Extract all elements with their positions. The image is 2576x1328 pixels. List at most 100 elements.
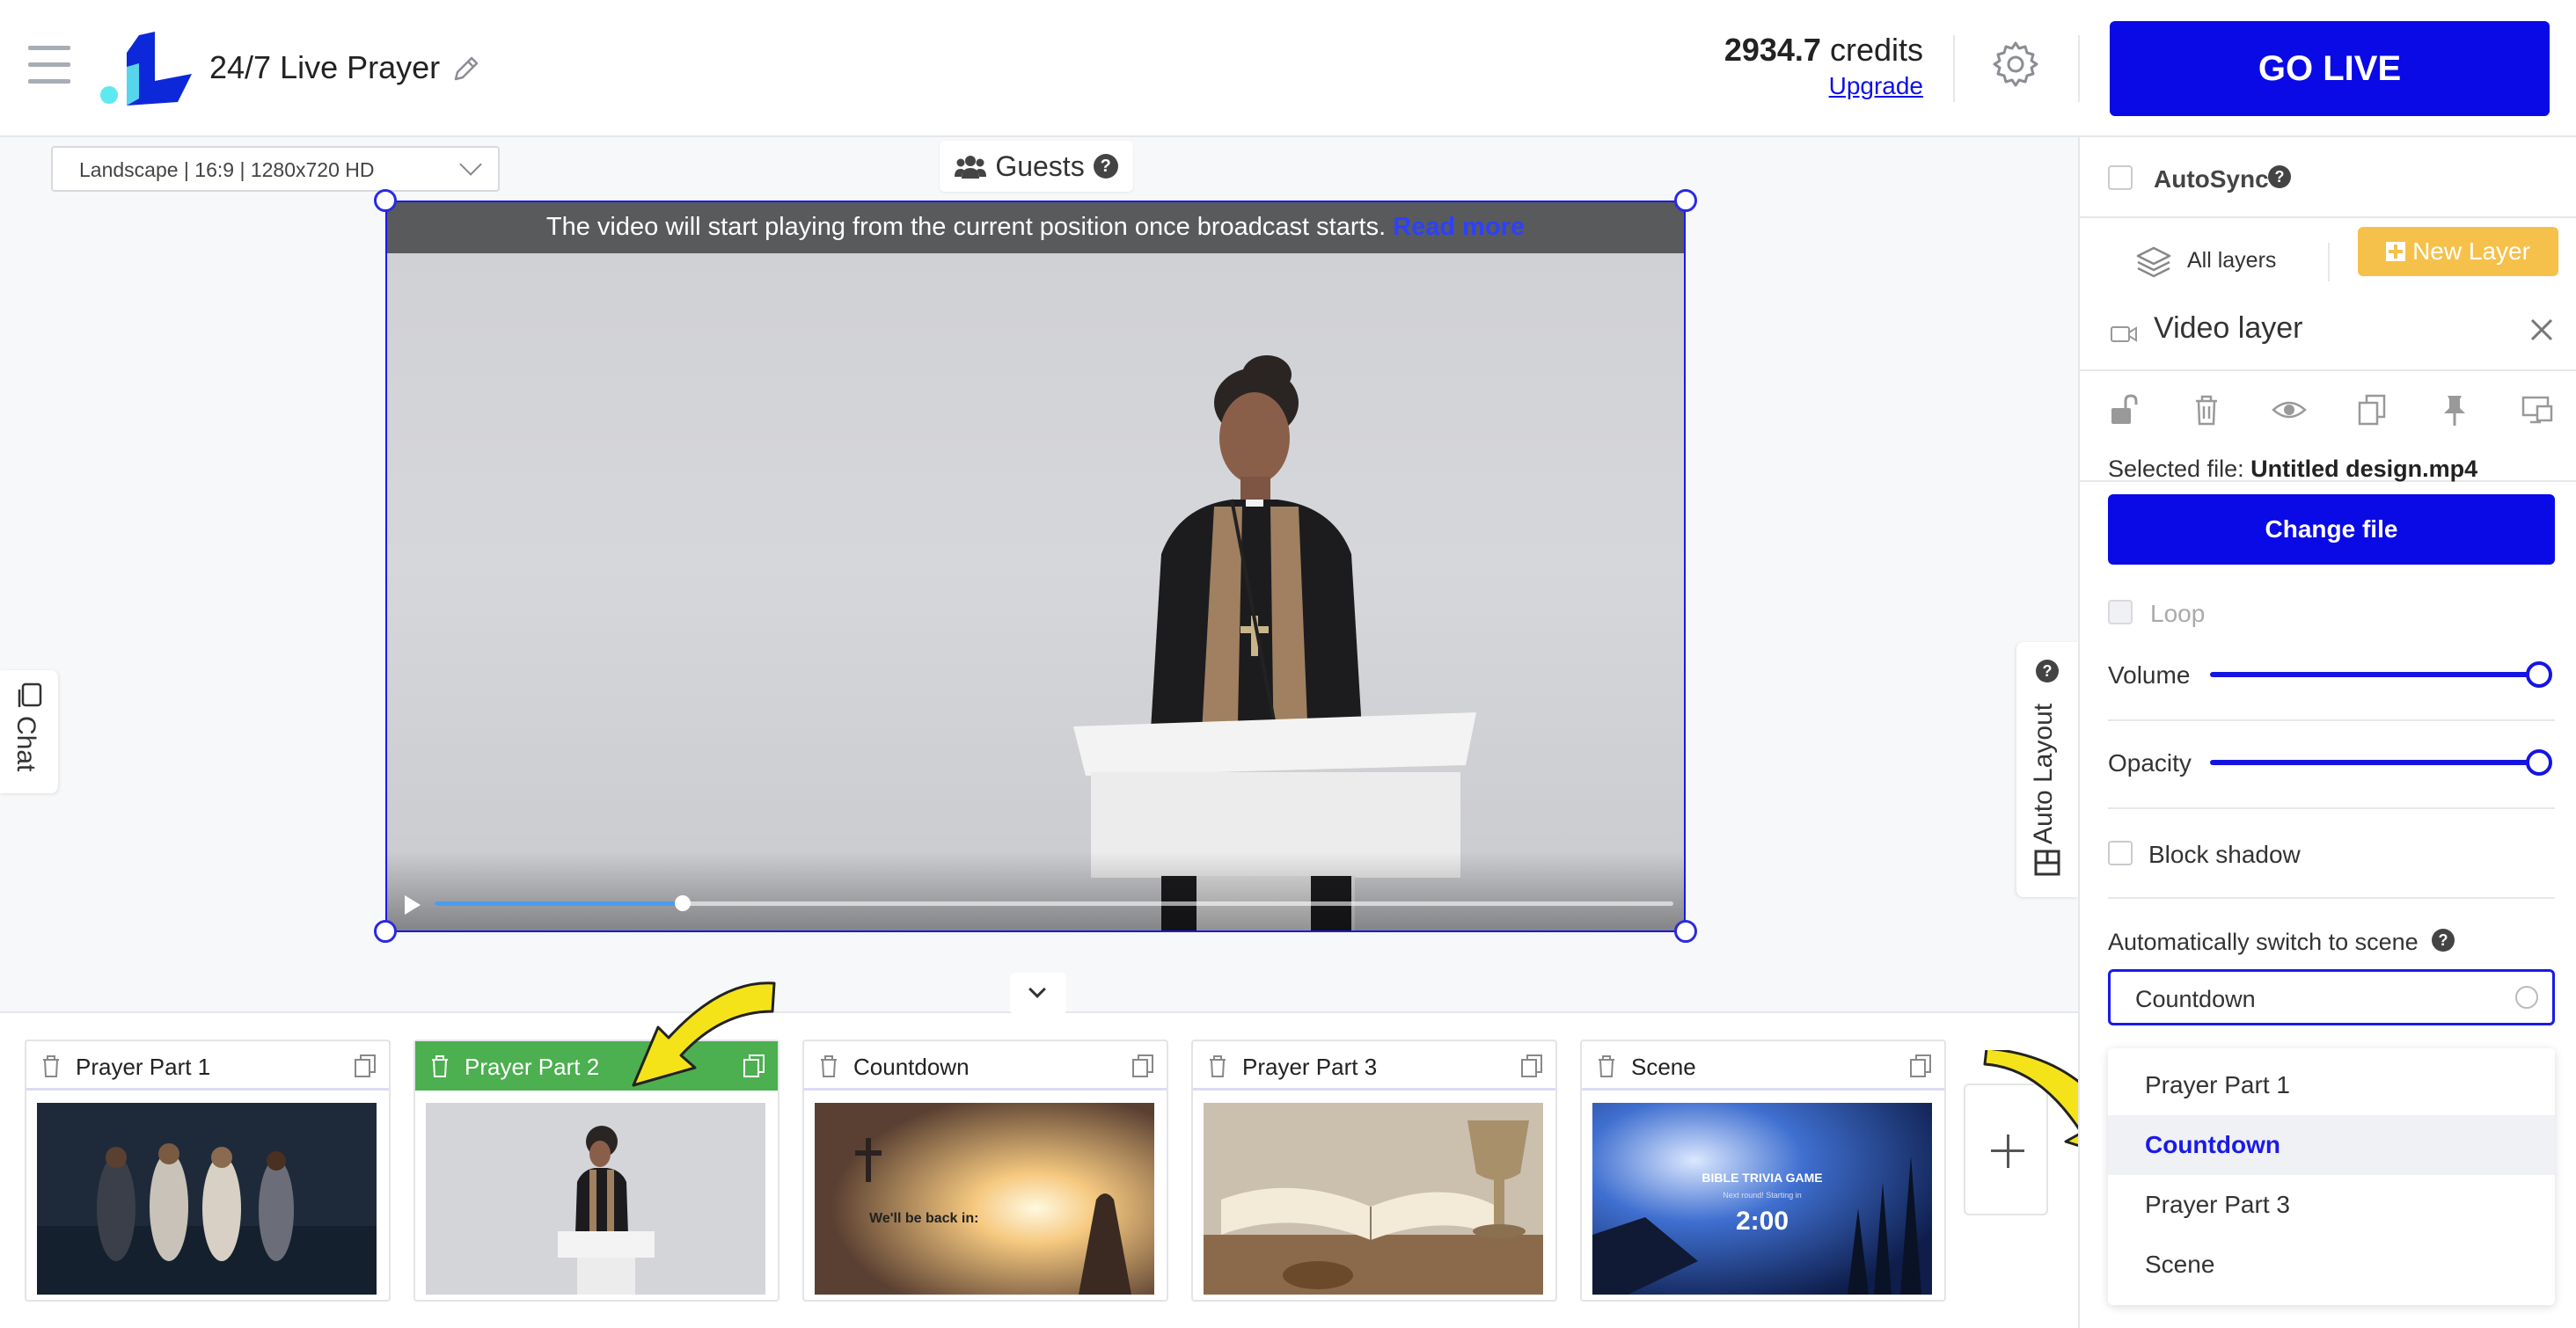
volume-label: Volume: [2108, 661, 2191, 689]
scene-name[interactable]: Prayer Part 1: [76, 1054, 210, 1081]
unlock-icon[interactable]: [2106, 392, 2141, 427]
chat-tab[interactable]: Chat: [0, 670, 58, 793]
collapse-scenes-button[interactable]: [1010, 973, 1066, 1015]
layers-icon: [2136, 246, 2171, 278]
gear-icon[interactable]: [1990, 39, 2041, 90]
go-live-button[interactable]: GO LIVE: [2110, 21, 2550, 116]
opacity-slider-handle[interactable]: [2526, 749, 2552, 776]
scene-name[interactable]: Prayer Part 2: [465, 1054, 599, 1081]
scene-thumb-title: BIBLE TRIVIA GAME: [1701, 1171, 1822, 1185]
scene-header: Prayer Part 1: [26, 1041, 389, 1091]
trash-icon[interactable]: [429, 1054, 450, 1078]
credits-display: 2934.7 credits: [1724, 32, 1923, 69]
video-layer-title: Video layer: [2154, 311, 2303, 345]
video-layer-section: Video layer: [2080, 294, 2576, 482]
scene-thumb-subtitle: Next round! Starting in: [1723, 1191, 1802, 1200]
auto-layout-label: Auto Layout: [2029, 703, 2058, 844]
divider: [2080, 369, 2576, 371]
scene-thumbnail: We'll be back in:: [815, 1103, 1154, 1295]
block-shadow-label: Block shadow: [2148, 841, 2301, 868]
read-more-link[interactable]: Read more: [1393, 213, 1525, 241]
change-file-button[interactable]: Change file: [2108, 494, 2555, 565]
scene-name[interactable]: Prayer Part 3: [1242, 1054, 1377, 1081]
scene-thumb-time: 2:00: [1736, 1207, 1789, 1236]
copy-icon[interactable]: [354, 1054, 377, 1078]
resize-handle[interactable]: [1674, 189, 1697, 212]
play-icon[interactable]: [405, 895, 421, 915]
scene-card[interactable]: Countdown We'll be back in:: [802, 1040, 1168, 1302]
resize-handle[interactable]: [374, 189, 397, 212]
loop-label: Loop: [2150, 600, 2206, 627]
seek-handle[interactable]: [674, 895, 691, 911]
trash-icon[interactable]: [40, 1054, 62, 1078]
eye-icon[interactable]: [2272, 392, 2307, 427]
copy-icon[interactable]: [1520, 1054, 1543, 1078]
trash-icon[interactable]: [1596, 1054, 1617, 1078]
clear-icon[interactable]: [2515, 986, 2538, 1009]
volume-slider-handle[interactable]: [2526, 661, 2552, 688]
copy-icon[interactable]: [1909, 1054, 1932, 1078]
chevron-down-icon: [459, 153, 482, 176]
scene-thumbnail: [1204, 1103, 1543, 1295]
trash-icon[interactable]: [2189, 392, 2224, 427]
resolution-select[interactable]: Landscape | 16:9 | 1280x720 HD: [51, 146, 500, 192]
layout-icon: [2034, 850, 2060, 876]
scene-thumbnail: BIBLE TRIVIA GAME Next round! Starting i…: [1592, 1103, 1932, 1295]
dropdown-option[interactable]: Countdown: [2108, 1115, 2555, 1175]
help-icon[interactable]: ?: [1093, 154, 1118, 179]
pin-icon[interactable]: [2437, 392, 2472, 427]
divider: [2108, 897, 2555, 899]
video-camera-icon: [2111, 326, 2137, 342]
pencil-edit-icon[interactable]: [450, 53, 482, 84]
copy-icon[interactable]: [1131, 1054, 1154, 1078]
block-shadow-checkbox[interactable]: [2108, 841, 2133, 865]
top-header: 24/7 Live Prayer 2934.7 credits Upgrade …: [0, 0, 2576, 137]
loop-checkbox[interactable]: [2108, 600, 2133, 624]
duplicate-icon[interactable]: [2354, 392, 2389, 427]
broadcast-stage[interactable]: The video will start playing from the cu…: [385, 201, 1686, 932]
all-layers-button[interactable]: All layers: [2187, 248, 2276, 274]
trash-icon[interactable]: [1207, 1054, 1228, 1078]
auto-switch-scene-select[interactable]: Countdown: [2108, 969, 2555, 1025]
hamburger-menu-icon[interactable]: [28, 46, 70, 86]
divider: [2328, 243, 2330, 281]
selected-file: Selected file: Untitled design.mp4: [2108, 456, 2477, 483]
dropdown-option[interactable]: Prayer Part 1: [2108, 1055, 2555, 1115]
guests-button[interactable]: Guests ?: [940, 141, 1133, 192]
layer-settings-panel: AutoSync ? All layers New Layer Video la…: [2078, 137, 2576, 1328]
scene-card[interactable]: Scene BIBLE TRIVIA GAME Next round! Star…: [1580, 1040, 1946, 1302]
help-icon[interactable]: ?: [2268, 165, 2291, 188]
annotation-arrow: [632, 981, 776, 1087]
resize-handle[interactable]: [1674, 920, 1697, 943]
screen-share-icon[interactable]: [2520, 392, 2555, 427]
help-icon[interactable]: ?: [2432, 929, 2455, 952]
autosync-label: AutoSync: [2154, 165, 2269, 193]
scene-name[interactable]: Countdown: [853, 1054, 970, 1081]
header-divider: [1953, 35, 1955, 102]
video-preview-image: [1073, 355, 1476, 930]
dropdown-option[interactable]: Prayer Part 3: [2108, 1175, 2555, 1235]
help-icon[interactable]: ?: [2036, 660, 2059, 682]
auto-layout-tab[interactable]: ? Auto Layout: [2016, 642, 2078, 897]
autosync-checkbox[interactable]: [2108, 165, 2133, 190]
scenes-strip: Prayer Part 1 Prayer Part 2 Countdown We…: [0, 973, 2078, 1328]
upgrade-link[interactable]: Upgrade: [1829, 72, 1923, 100]
chevron-down-icon: [1028, 981, 1046, 998]
close-icon[interactable]: [2528, 317, 2555, 343]
volume-slider[interactable]: [2210, 672, 2539, 677]
scene-header: Prayer Part 3: [1193, 1041, 1555, 1091]
notice-text: The video will start playing from the cu…: [545, 213, 1387, 241]
scene-card[interactable]: Prayer Part 1: [25, 1040, 391, 1302]
dropdown-option[interactable]: Scene: [2108, 1235, 2555, 1295]
scene-card[interactable]: Prayer Part 3: [1191, 1040, 1557, 1302]
opacity-slider[interactable]: [2210, 760, 2539, 765]
seek-bar[interactable]: [435, 895, 1673, 911]
trash-icon[interactable]: [818, 1054, 839, 1078]
opacity-label: Opacity: [2108, 749, 2192, 777]
resize-handle[interactable]: [374, 920, 397, 943]
countdown-thumb-text: We'll be back in:: [869, 1211, 978, 1226]
new-layer-button[interactable]: New Layer: [2358, 227, 2558, 276]
playback-notice-banner: The video will start playing from the cu…: [387, 202, 1684, 253]
scene-name[interactable]: Scene: [1631, 1054, 1696, 1081]
app-title: 24/7 Live Prayer: [209, 49, 441, 85]
